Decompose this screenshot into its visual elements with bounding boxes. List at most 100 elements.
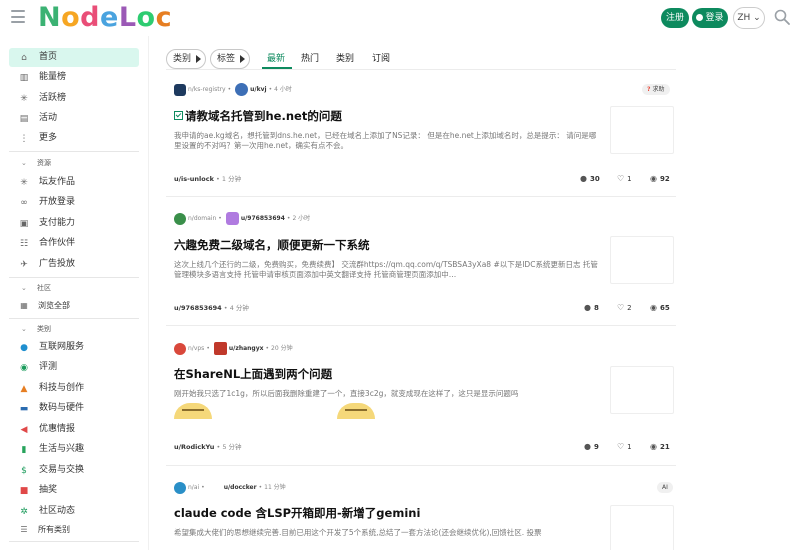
emoji-image — [337, 403, 375, 419]
caret-right-icon — [240, 55, 245, 63]
sidebar-item-life[interactable]: ▮ 生活与兴趣 — [9, 440, 139, 459]
like-count[interactable]: ♡ 2 — [617, 302, 632, 314]
post-title[interactable]: 请教域名托管到he.net的问题 — [174, 108, 342, 124]
like-count[interactable]: ♡ 1 — [617, 173, 632, 185]
heart-icon: ♡ — [617, 303, 625, 312]
avatar[interactable] — [225, 212, 239, 225]
tab-subscribed[interactable]: 订阅 — [372, 52, 390, 66]
sidebar-item-partners[interactable]: ☷ 合作伙伴 — [9, 234, 139, 253]
post-title[interactable]: claude code 含LSP开箱即用-新增了gemini — [174, 505, 420, 521]
sidebar-item-community-news[interactable]: ✲ 社区动态 — [9, 502, 139, 521]
menu-icon[interactable] — [11, 10, 25, 23]
last-reply-user[interactable]: u/976853694 — [174, 304, 222, 312]
eye-icon: ◉ — [20, 363, 28, 373]
tag-filter-pill[interactable]: 标签 — [210, 49, 250, 69]
post-thumbnail[interactable] — [610, 236, 674, 284]
sidebar-item-trade[interactable]: $ 交易与交换 — [9, 461, 139, 480]
author-link[interactable]: u/doccker — [224, 484, 257, 491]
rocket-icon: ▲ — [20, 384, 28, 394]
section-resources[interactable]: ⌄ 资源 — [9, 156, 139, 170]
post-excerpt: 这次上线几个还行的二级，免费购买，免费续费】 交流群https://qm.qq.… — [174, 260, 598, 279]
sidebar-item-works[interactable]: ✳ 坛友作品 — [9, 173, 139, 192]
author-link[interactable]: u/zhangyx — [229, 345, 264, 352]
view-count: ◉ 65 — [650, 303, 670, 312]
sidebar-item-all-categories[interactable]: ☰ 所有类别 — [9, 522, 139, 538]
author-link[interactable]: u/kvj — [250, 86, 266, 93]
sidebar-item-active[interactable]: ✳ 活跃榜 — [9, 89, 139, 108]
login-button[interactable]: 登录 — [692, 8, 728, 28]
sparkle-icon: ✳ — [20, 178, 28, 188]
nav-separator — [166, 69, 676, 70]
post-title[interactable]: 六趣免费二级域名，顺便更新一下系统 — [174, 237, 370, 253]
building-icon: ▮ — [21, 445, 27, 455]
sidebar-item-oauth[interactable]: ∞ 开放登录 — [9, 193, 139, 212]
sidebar-item-internet[interactable]: ● 互联网服务 — [9, 338, 139, 357]
eye-icon: ◉ — [650, 442, 657, 451]
post-title[interactable]: 在ShareNL上面遇到两个问题 — [174, 366, 332, 382]
author-link[interactable]: u/976853694 — [241, 215, 285, 222]
sidebar-item-more[interactable]: ⋮ 更多 — [9, 129, 139, 148]
sidebar-item-deals[interactable]: ◀ 优惠情报 — [9, 420, 139, 439]
eye-icon: ◉ — [650, 303, 657, 312]
post-thumbnail[interactable] — [610, 505, 674, 550]
category-link[interactable]: n/domain — [188, 215, 216, 222]
reply-count: ● 30 — [580, 174, 600, 183]
category-icon — [174, 481, 186, 494]
tag-badge[interactable]: ? 求助 — [642, 84, 670, 95]
sidebar-item-ads[interactable]: ✈ 广告投放 — [9, 255, 139, 274]
section-categories[interactable]: ⌄ 类别 — [9, 322, 139, 336]
home-icon: ⌂ — [21, 53, 27, 63]
grid-icon: ▦ — [20, 301, 28, 310]
post-thumbnail[interactable] — [610, 106, 674, 154]
comment-icon: ● — [584, 442, 591, 451]
avatar[interactable] — [235, 83, 249, 96]
avatar[interactable] — [213, 342, 227, 355]
tab-latest[interactable]: 最新 — [267, 52, 285, 66]
category-filter-pill[interactable]: 类别 — [166, 49, 206, 69]
sidebar-item-browse-all[interactable]: ▦ 浏览全部 — [9, 298, 139, 314]
search-icon[interactable] — [774, 9, 790, 25]
category-link[interactable]: n/ks-registry — [188, 86, 226, 93]
sidebar-item-payment[interactable]: ▣ 支付能力 — [9, 214, 139, 233]
post-thumbnail[interactable] — [610, 366, 674, 414]
category-icon — [174, 342, 186, 355]
sidebar-item-home[interactable]: ⌂ 首页 — [9, 48, 139, 67]
sidebar-item-lottery[interactable]: ■ 抽奖 — [9, 481, 139, 500]
post-separator — [166, 196, 676, 197]
tag-badge[interactable]: AI — [657, 482, 673, 493]
like-count[interactable]: ♡ 1 — [617, 441, 632, 453]
site-logo[interactable]: NodeLoc — [38, 3, 172, 33]
tab-hot[interactable]: 热门 — [301, 52, 319, 66]
calendar-icon: ▤ — [19, 114, 29, 124]
solved-check-icon — [174, 111, 183, 120]
sidebar: ⌂ 首页 ▥ 能量榜 ✳ 活跃榜 ▤ 活动 ⋮ 更多 ⌄ 资源 ✳ 坛友作品 ∞ 开放登录 ▣ 支… — [0, 44, 148, 550]
sidebar-item-energy[interactable]: ▥ 能量榜 — [9, 68, 139, 87]
post-time: 11 分钟 — [264, 484, 286, 491]
heart-icon: ♡ — [617, 174, 625, 183]
category-link[interactable]: n/ai — [188, 484, 199, 491]
caret-right-icon — [196, 55, 201, 63]
tab-categories[interactable]: 类别 — [336, 52, 354, 66]
more-icon: ⋮ — [19, 134, 29, 144]
sparkle-icon: ✳ — [20, 94, 28, 104]
register-button[interactable]: 注册 — [661, 8, 689, 28]
dollar-icon: $ — [21, 466, 27, 476]
chevron-down-icon: ⌄ — [21, 325, 27, 333]
sidebar-item-review[interactable]: ◉ 评测 — [9, 358, 139, 377]
category-link[interactable]: n/vps — [188, 345, 204, 352]
avatar[interactable] — [209, 481, 222, 494]
view-count: ◉ 92 — [650, 174, 670, 183]
post-excerpt: 我申请的ae.kg域名，想托管到dns.he.net，已经在域名上添加了NS记录… — [174, 131, 597, 150]
reply-count: ● 9 — [584, 442, 599, 451]
post-time: 4 小时 — [274, 86, 292, 93]
last-reply-user[interactable]: u/is-unlock — [174, 175, 214, 183]
language-selector[interactable]: ZH ⌄ — [733, 7, 765, 29]
section-community[interactable]: ⌄ 社区 — [9, 281, 139, 295]
last-reply-user[interactable]: u/RodickYu — [174, 443, 214, 451]
post-meta: n/vps • u/zhangyx • 20 分钟 — [174, 342, 293, 355]
question-icon: ? — [647, 86, 651, 93]
view-count: ◉ 21 — [650, 442, 670, 451]
sidebar-item-tech[interactable]: ▲ 科技与创作 — [9, 379, 139, 398]
sidebar-item-events[interactable]: ▤ 活动 — [9, 109, 139, 128]
sidebar-item-digital[interactable]: ▬ 数码与硬件 — [9, 399, 139, 418]
